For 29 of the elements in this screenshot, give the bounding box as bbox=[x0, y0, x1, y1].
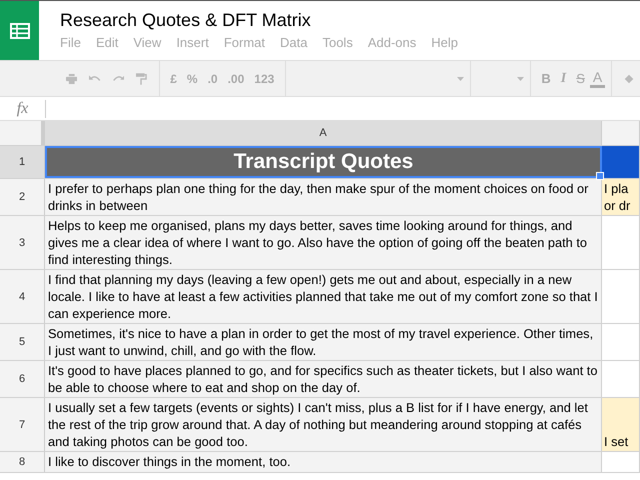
header-cell[interactable]: Transcript Quotes bbox=[45, 146, 602, 178]
table-cell[interactable]: Helps to keep me organised, plans my days better, saves time looking around for things, and gives me a clear idea of where I want to go. Also have the option of going off the beaten path to find interesting things. bbox=[45, 216, 602, 269]
row-header[interactable]: 3 bbox=[0, 216, 45, 269]
app-logo[interactable] bbox=[0, 1, 39, 61]
table-cell[interactable]: Sometimes, it's nice to have a plan in order to get the most of my travel experience. Other times, I just want to unwind, chill, and go with the flow. bbox=[45, 324, 602, 360]
table-cell[interactable]: I prefer to perhaps plan one thing for the day, then make spur of the moment choices on food or drinks in between bbox=[45, 179, 602, 215]
table-cell[interactable]: I set bbox=[602, 398, 640, 451]
fill-handle[interactable] bbox=[596, 172, 604, 180]
row-header[interactable]: 2 bbox=[0, 179, 45, 215]
row-header[interactable]: 7 bbox=[0, 398, 45, 451]
table-cell[interactable]: I pla or dr bbox=[602, 179, 640, 215]
table-cell[interactable]: I find that planning my days (leaving a few open!) gets me out and about, especially in a new locale. I like to have at least a few activities planned that take me out of my comfort zone so that I can experience more. bbox=[45, 270, 602, 323]
row-header[interactable]: 4 bbox=[0, 270, 45, 323]
formula-label: fx bbox=[16, 100, 30, 118]
caret-icon[interactable] bbox=[516, 76, 524, 80]
sheet-icon[interactable] bbox=[10, 23, 30, 39]
table-cell[interactable]: It's good to have places planned to go, and for specifics such as theater tickets, but I also want to be able to choose where to eat and shop on the day of. bbox=[45, 361, 602, 397]
document-title[interactable]: Research Quotes & DFT Matrix bbox=[60, 9, 473, 31]
column-header[interactable]: A bbox=[45, 121, 602, 145]
table-cell[interactable]: I like to discover things in the moment, too. bbox=[45, 452, 602, 472]
paint-roller-icon[interactable] bbox=[136, 70, 146, 86]
row-header[interactable]: 6 bbox=[0, 361, 45, 397]
row-header[interactable]: 5 bbox=[0, 324, 45, 360]
caret-icon[interactable] bbox=[457, 76, 464, 80]
table-cell[interactable]: I usually set a few targets (events or sights) I can't miss, plus a B list for if I have energy, and let the rest of the trip grow around that. A day of nothing but meandering around stopping at cafés and taking photos can be good too. bbox=[45, 398, 602, 451]
table-cell[interactable] bbox=[602, 146, 640, 178]
print-icon[interactable] bbox=[66, 72, 78, 86]
row-header[interactable]: 1 bbox=[0, 146, 45, 178]
row-header[interactable]: 8 bbox=[0, 452, 45, 472]
